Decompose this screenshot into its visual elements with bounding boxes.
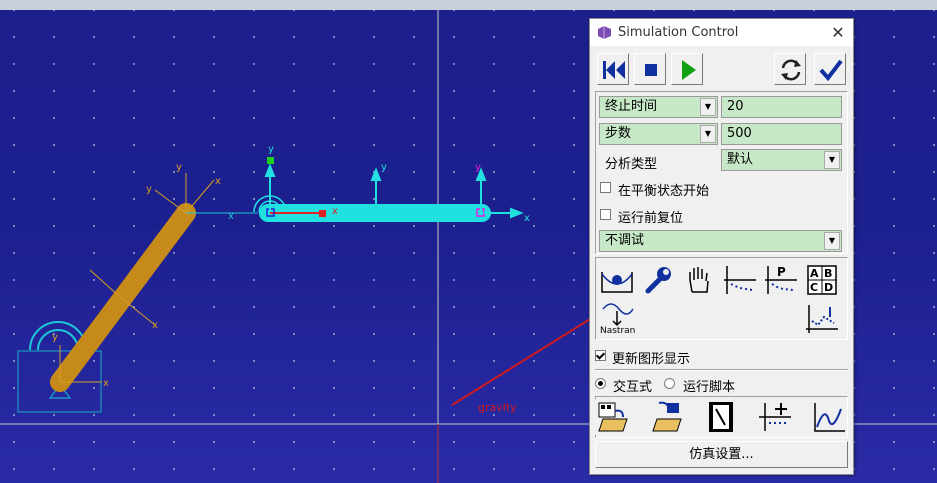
start-equilibrium-checkbox[interactable] (600, 182, 611, 193)
nastran-label: Nastran (600, 326, 636, 336)
table-plus-button[interactable] (757, 399, 793, 435)
dialog-titlebar[interactable]: Simulation Control ✕ (590, 19, 853, 46)
svg-text:x: x (103, 378, 109, 389)
film-icon (709, 402, 733, 432)
end-time-field[interactable]: 20 (721, 96, 842, 118)
separator (595, 369, 848, 371)
rewind-icon (603, 61, 625, 79)
rewind-button[interactable] (597, 53, 629, 85)
svg-text:x: x (152, 320, 158, 331)
wrench-icon (645, 267, 671, 294)
chart-button[interactable] (811, 399, 847, 435)
reset-before-run-checkbox[interactable] (600, 209, 611, 220)
svg-text:y: y (475, 162, 481, 173)
svg-text:y: y (146, 184, 152, 195)
chevron-down-icon[interactable]: ▼ (824, 151, 840, 169)
update-graphics-label: 更新图形显示 (612, 352, 691, 367)
nastran-button[interactable]: Nastran (599, 301, 635, 337)
analysis-type-select[interactable]: 默认 ▼ (721, 149, 842, 171)
interactive-label: 交互式 (613, 380, 653, 395)
plot-button[interactable] (722, 262, 758, 298)
wrench-button[interactable] (640, 262, 676, 298)
open-file-button[interactable] (649, 399, 685, 435)
debug-value: 不调试 (605, 233, 645, 248)
play-button[interactable] (671, 53, 703, 85)
play-icon (682, 60, 696, 80)
refresh-icon (781, 59, 801, 81)
open-folder-icon (598, 402, 628, 432)
svg-text:P: P (777, 265, 786, 279)
hand-button[interactable] (681, 262, 717, 298)
script-radio[interactable] (664, 378, 675, 389)
svg-text:y: y (268, 144, 274, 155)
stop-icon (645, 64, 657, 76)
start-equilibrium-label: 在平衡状态开始 (618, 184, 710, 199)
svg-text:y: y (381, 162, 387, 173)
plot-p-button[interactable]: P (763, 262, 799, 298)
end-type-value: 终止时间 (605, 99, 658, 114)
open-file-icon (652, 401, 682, 432)
abcd-table-icon: A B C D (807, 265, 837, 295)
accept-button[interactable] (814, 53, 846, 85)
close-button[interactable]: ✕ (828, 23, 848, 43)
update-graphics-checkbox[interactable] (595, 350, 606, 361)
plot-cursor-icon (806, 305, 838, 333)
svg-text:C: C (810, 281, 818, 294)
reset-before-run-label: 运行前复位 (618, 211, 684, 226)
simulation-settings-button[interactable]: 仿真设置... (595, 441, 848, 468)
film-button[interactable] (703, 399, 739, 435)
svg-text:y: y (52, 332, 58, 343)
svg-text:x: x (215, 176, 221, 187)
checkmark-icon (819, 59, 843, 82)
chevron-down-icon[interactable]: ▼ (824, 232, 840, 250)
chevron-down-icon[interactable]: ▼ (700, 125, 716, 143)
svg-text:y: y (176, 162, 182, 173)
gravity-label: gravity (478, 401, 517, 414)
plot-cursor-button[interactable] (804, 301, 840, 337)
equilibrium-button[interactable] (599, 262, 635, 298)
steps-field[interactable]: 500 (721, 123, 842, 145)
svg-text:B: B (824, 267, 832, 280)
chevron-down-icon[interactable]: ▼ (700, 98, 716, 116)
script-label: 运行脚本 (683, 380, 736, 395)
analysis-type-value: 默认 (727, 152, 754, 167)
step-type-value: 步数 (605, 126, 632, 141)
table-plus-icon (759, 403, 791, 431)
analysis-type-label: 分析类型 (605, 157, 658, 172)
plot-p-icon: P (765, 265, 797, 294)
step-type-select[interactable]: 步数 ▼ (599, 123, 718, 145)
debug-select[interactable]: 不调试 ▼ (599, 230, 842, 252)
dialog-title: Simulation Control (618, 25, 739, 40)
svg-text:A: A (810, 267, 819, 280)
equilibrium-icon (601, 272, 633, 293)
hand-icon (689, 267, 709, 293)
app-logo-icon (598, 26, 611, 39)
svg-text:D: D (824, 281, 833, 294)
simulation-control-dialog: Simulation Control ✕ 终止时间 ▼ 20 步数 ▼ 500 … (589, 18, 854, 475)
svg-text:x: x (524, 213, 530, 224)
interactive-radio[interactable] (595, 378, 606, 389)
plot-icon (724, 266, 756, 294)
reset-button[interactable] (774, 53, 806, 85)
svg-text:x: x (228, 211, 234, 222)
chart-icon (814, 403, 845, 432)
stop-button[interactable] (634, 53, 666, 85)
svg-text:x: x (332, 206, 338, 217)
abcd-table-button[interactable]: A B C D (804, 262, 840, 298)
end-type-select[interactable]: 终止时间 ▼ (599, 96, 718, 118)
open-folder-button[interactable] (595, 399, 631, 435)
